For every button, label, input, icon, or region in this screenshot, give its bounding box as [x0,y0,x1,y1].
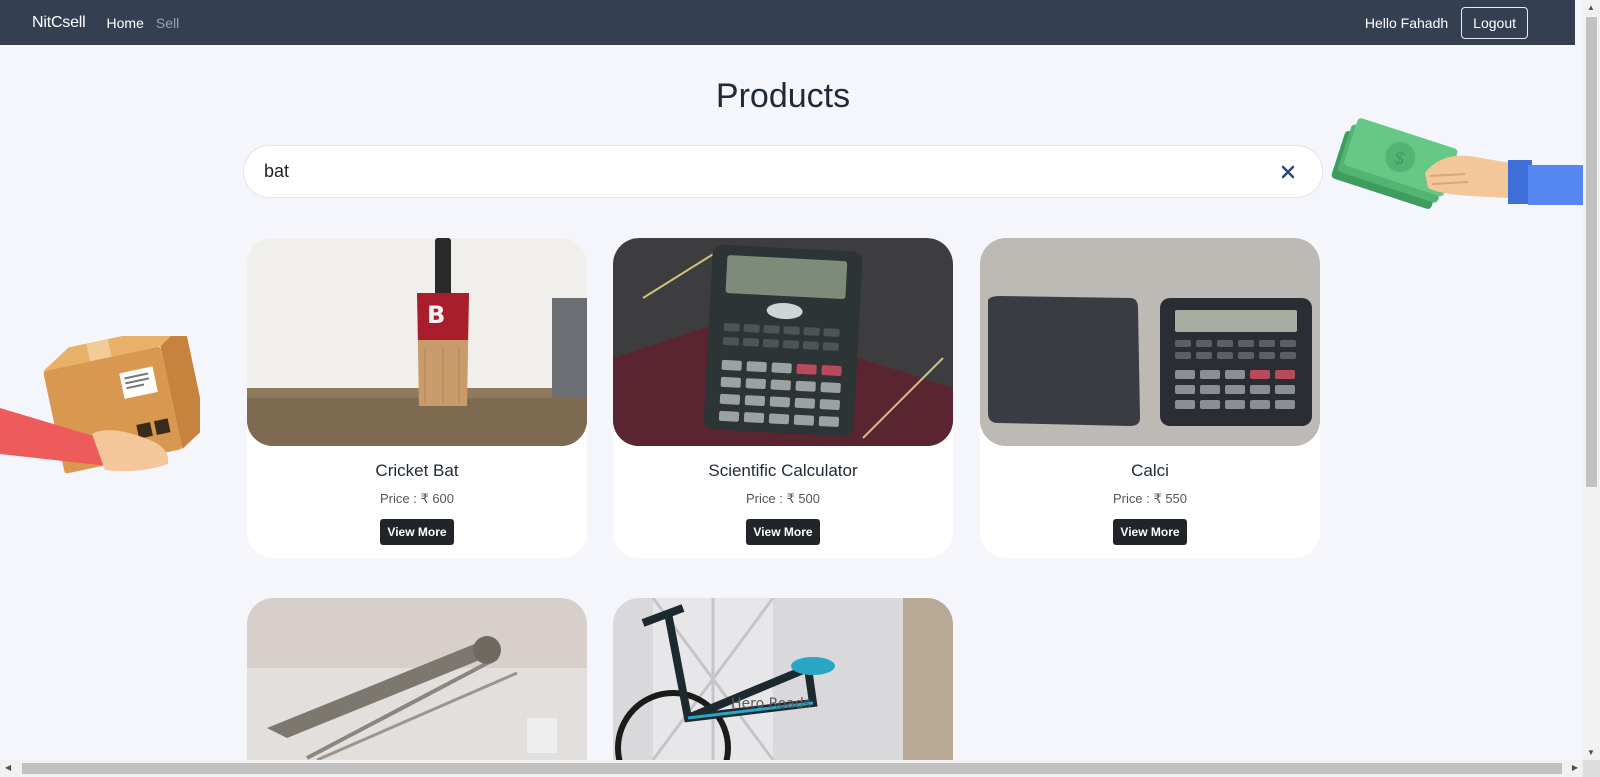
vertical-scrollbar[interactable]: ▲ ▼ [1583,0,1600,760]
view-more-button[interactable]: View More [746,519,820,545]
nav-link-sell[interactable]: Sell [156,15,179,31]
calculator-image[interactable] [613,238,953,446]
package-hand-illustration [0,336,200,474]
watermark-text: Hero Roads [731,696,811,712]
view-more-button[interactable]: View More [380,519,454,545]
scroll-up-icon[interactable]: ▲ [1587,3,1595,12]
user-greeting: Hello Fahadh [1364,14,1449,31]
product-price: Price : ₹ 500 [745,491,821,506]
product-card: Calci Price : ₹ 550 View More [980,238,1320,558]
money-hand-illustration: $ [1331,118,1586,209]
product-card: Hero Roads [613,598,953,760]
brand-logo[interactable]: NitCsell [32,14,86,32]
bicycle-image[interactable]: Hero Roads [613,598,953,760]
nav-link-home[interactable]: Home [107,15,144,31]
page-title: Products [715,77,851,115]
product-price: Price : ₹ 550 [1112,491,1188,506]
horizontal-scrollbar[interactable]: ◀ ▶ [0,760,1583,777]
logout-button[interactable]: Logout [1461,6,1528,39]
scroll-right-icon[interactable]: ▶ [1572,763,1578,772]
horizontal-scroll-thumb[interactable] [22,763,1562,774]
product-card: Scientific Calculator Price : ₹ 500 View… [613,238,953,558]
product-card: B Cricket Bat Price : ₹ 600 View More [247,238,587,558]
scroll-left-icon[interactable]: ◀ [5,763,11,772]
product-name: Calci [1131,461,1169,480]
tool-image[interactable] [247,598,587,760]
view-more-button[interactable]: View More [1113,519,1187,545]
product-name: Cricket Bat [375,461,459,480]
search-input[interactable] [264,161,1224,182]
product-price: Price : ₹ 600 [379,491,455,506]
search-bar [243,145,1323,198]
scroll-down-icon[interactable]: ▼ [1587,748,1595,757]
cricket-bat-image[interactable]: B [247,238,587,446]
vertical-scroll-thumb[interactable] [1586,17,1597,487]
svg-text:B: B [427,301,445,329]
calci-image[interactable] [980,238,1320,446]
navbar: NitCsell Home Sell Hello Fahadh Logout [0,0,1575,45]
product-card [247,598,587,760]
product-name: Scientific Calculator [708,461,858,480]
scrollbar-corner [1583,760,1600,777]
nav-user-area: Hello Fahadh Logout [1364,6,1528,39]
close-icon[interactable] [1276,160,1300,184]
